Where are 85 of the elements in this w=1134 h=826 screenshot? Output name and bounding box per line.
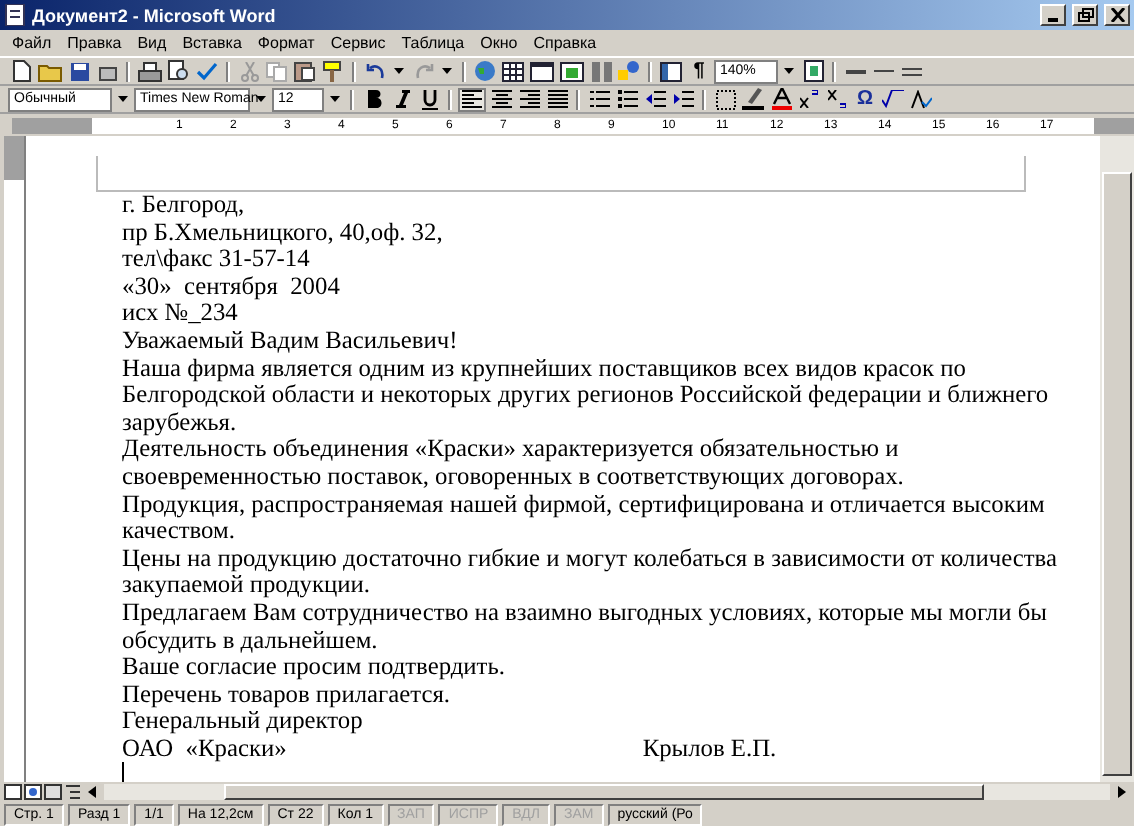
caret-icon[interactable] [394,68,404,74]
menu-item[interactable]: Вид [137,34,167,52]
document-line: Ваше согласие просим подтвердить. [122,654,505,682]
document-line: Наша фирма является одним из крупнейших поставщиков всех видов красок по [122,355,966,383]
bulleted-list-icon[interactable] [614,87,640,111]
document-line: Цены на продукцию достаточно гибкие и могут колебаться в зависимости от количества [122,545,1057,573]
font-color-icon[interactable] [768,87,794,111]
spreadsheet-icon[interactable] [558,59,586,83]
spelling-check-icon[interactable] [908,87,934,111]
web-view-icon[interactable] [24,784,42,800]
normal-view-icon[interactable] [4,784,22,800]
folder-icon[interactable] [36,59,64,83]
align-right-icon[interactable] [516,87,542,111]
borders-icon[interactable] [712,87,738,111]
document-map-icon[interactable] [658,59,684,83]
document-line: Продукция, распространяемая нашей фирмой, сертифицирована и отличается высоким [122,491,1045,519]
window-title: Документ2 - Microsoft Word [32,5,276,25]
document-line: обсудить в дальнейшем. [122,627,378,655]
table-icon[interactable] [500,59,526,83]
justify-icon[interactable] [544,87,570,111]
scroll-left-icon[interactable] [84,784,102,800]
vertical-ruler[interactable] [4,136,26,782]
menu-item[interactable]: Файл [12,34,52,52]
caret-icon[interactable] [442,68,452,74]
spelling-icon[interactable] [194,59,220,83]
restore-button[interactable] [1072,4,1098,26]
decrease-indent-icon[interactable] [642,87,668,111]
window-icon[interactable] [528,59,556,83]
menu-item[interactable]: Сервис [330,34,386,52]
menu-item[interactable]: Окно [480,34,518,52]
menu-item[interactable]: Правка [67,34,122,52]
caret-icon[interactable] [330,96,340,102]
superscript-icon[interactable] [796,87,822,111]
menu-item[interactable]: Формат [257,34,315,52]
document-line: исх №_234 [122,300,238,328]
underline-icon[interactable] [416,87,442,111]
document-line: Перечень товаров прилагается. [122,681,451,709]
document-line: Генеральный директор [122,708,363,736]
vertical-scrollbar[interactable] [1098,136,1134,782]
paste-icon[interactable] [292,59,318,83]
document-line: своевременностью поставок, оговоренных в соответствующих договорах. [122,463,904,492]
document-line: «30» сентября 2004 [122,273,340,301]
print-layout-icon[interactable] [44,784,62,800]
align-center-icon[interactable] [488,87,514,111]
subscript-icon[interactable] [824,87,850,111]
document-line: зарубежья. [122,409,237,437]
undo-icon[interactable] [362,59,388,83]
increase-indent-icon[interactable] [670,87,696,111]
signature-name: Крылов Е.П. [642,735,777,763]
document-line: качеством. [122,518,235,546]
caret-icon[interactable] [784,68,794,74]
format-painter-icon[interactable] [320,59,346,83]
document-line: ОАО «Краски» [122,735,287,763]
new-document-icon[interactable] [8,59,34,83]
document-line: Предлагаем Вам сотрудничество на взаимно выгодных условиях, которые мы могли бы [122,599,1047,627]
minimize-button[interactable] [1040,4,1066,26]
equation-icon[interactable] [880,87,906,111]
document-icon [4,4,26,26]
close-icon [1109,8,1125,22]
document-line: Уважаемый Вадим Васильевич! [122,327,458,356]
document-line: пр Б.Хмельницкого, 40,оф. 32, [122,219,443,247]
highlight-icon[interactable] [740,87,766,111]
restore-icon [1077,8,1093,22]
save-icon[interactable] [66,59,92,83]
menu-item[interactable]: Таблица [401,34,465,52]
caret-icon[interactable] [256,96,266,102]
formatting-marks-button[interactable]: ¶ [686,59,712,83]
outline-view-icon[interactable] [64,784,82,800]
print-preview-icon[interactable] [166,59,192,83]
document-line: г. Белгород, [122,192,245,220]
horizontal-scrollbar[interactable] [104,784,1110,800]
document-page[interactable] [26,136,1098,782]
close-button[interactable] [1104,4,1130,26]
document-line: тел\факс 31-57-14 [122,246,310,274]
document-line: закупаемой продукции. [122,572,371,600]
caret-icon[interactable] [118,96,128,102]
print-icon[interactable] [136,59,164,83]
numbered-list-icon[interactable] [586,87,612,111]
menu-item[interactable]: Справка [533,34,597,52]
align-left-icon[interactable] [458,87,486,111]
drawing-icon[interactable] [616,59,642,83]
document-line: Белгородской области и некоторых других регионов Российской федерации и ближнего [122,382,1049,410]
document-line: Деятельность объединения «Краски» характеризуется обязательностью и [122,436,899,464]
symbol-button[interactable]: Ω [852,87,878,111]
menu-item[interactable]: Вставка [182,34,242,52]
